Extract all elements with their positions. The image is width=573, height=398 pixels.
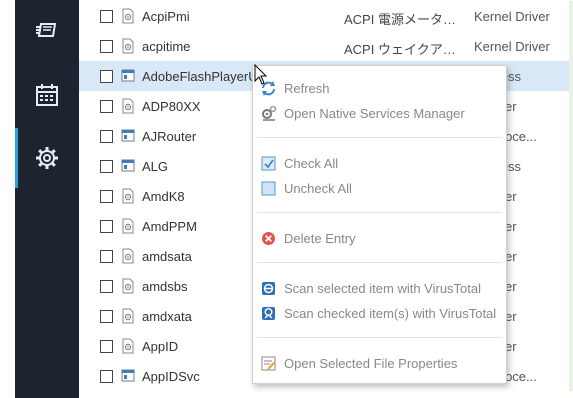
service-name: amdsbs [142,279,188,294]
menu-separator [257,137,502,138]
service-description: ACPI ウェイクアラー... [344,42,466,57]
menu-item-scan-checked-virustotal[interactable]: Scan checked item(s) with VirusTotal [253,301,506,326]
service-name: AmdK8 [142,189,185,204]
row-checkbox[interactable] [100,160,113,173]
row-checkbox[interactable] [100,340,113,353]
row-checkbox[interactable] [100,40,113,53]
menu-item-label: Open Native Services Manager [284,106,465,121]
row-status-strip [569,271,573,301]
row-status-strip [569,61,573,91]
driver-file-icon [122,218,134,234]
row-status-strip [569,211,573,241]
settings-gear-icon [36,147,58,169]
row-status-strip [569,301,573,331]
sidebar-item-settings[interactable] [15,128,79,188]
service-name: ALG [142,159,169,174]
row-checkbox[interactable] [100,250,113,263]
services-icon [36,23,57,37]
menu-item-label: Open Selected File Properties [284,356,458,371]
row-checkbox[interactable] [100,100,113,113]
service-name: AdobeFlashPlayerU [142,69,258,84]
row-checkbox[interactable] [100,310,113,323]
row-status-strip [569,151,573,181]
menu-item-open-native-services-manager[interactable]: Open Native Services Manager [253,101,506,126]
menu-item-label: Uncheck All [284,181,352,196]
row-status-strip [569,361,573,391]
driver-file-icon [122,338,134,354]
services-manager-icon [262,105,277,121]
row-status-strip [569,31,573,61]
service-window-icon [121,369,135,382]
row-status-strip [569,181,573,211]
menu-separator [257,262,502,263]
row-checkbox[interactable] [100,190,113,203]
sidebar-item-services[interactable] [15,0,79,60]
driver-file-icon [122,188,134,204]
menu-item-label: Scan checked item(s) with VirusTotal [284,306,497,321]
menu-item-label: Delete Entry [284,231,356,246]
driver-file-icon [122,278,134,294]
service-type: Kernel Driver [474,39,550,54]
driver-file-icon [122,38,134,54]
driver-file-icon [122,98,134,114]
sidebar-item-schedule[interactable] [15,65,79,125]
menu-item-delete-entry[interactable]: Delete Entry [253,226,506,251]
service-name: AJRouter [142,129,197,144]
service-name: acpitime [142,39,191,54]
table-row[interactable]: AcpiPmi ACPI 電源メーター ... Kernel Driver [79,1,573,31]
menu-item-check-all[interactable]: Check All [253,151,506,176]
service-window-icon [121,69,135,82]
virustotal-upload-icon [262,307,275,320]
row-checkbox[interactable] [100,10,113,23]
service-name: ADP80XX [142,99,201,114]
row-status-strip [569,331,573,361]
service-name: AmdPPM [142,219,197,234]
service-name: amdsata [142,249,192,264]
row-checkbox[interactable] [100,70,113,83]
menu-item-label: Check All [284,156,339,171]
mouse-cursor-icon [254,64,268,85]
service-name: AppID [142,339,179,354]
file-properties-icon [261,356,276,371]
virustotal-icon [262,282,275,295]
window-edge [0,0,15,398]
menu-item-label: Scan selected item with VirusTotal [284,281,482,296]
row-checkbox[interactable] [100,370,113,383]
menu-item-label: Refresh [284,81,330,96]
driver-file-icon [122,8,134,24]
row-status-strip [569,91,573,121]
service-name: amdxata [142,309,192,324]
check-all-icon [261,156,276,171]
menu-separator [257,212,502,213]
menu-item-scan-selected-virustotal[interactable]: Scan selected item with VirusTotal [253,276,506,301]
menu-item-uncheck-all[interactable]: Uncheck All [253,176,506,201]
calendar-icon [36,84,58,106]
delete-icon [262,232,275,245]
sidebar [15,0,79,398]
menu-item-refresh[interactable]: Refresh [253,76,506,101]
row-checkbox[interactable] [100,130,113,143]
menu-separator [257,337,502,338]
service-name: AppIDSvc [142,369,200,384]
row-status-strip [569,121,573,151]
service-window-icon [121,129,135,142]
row-status-strip [569,241,573,271]
table-row[interactable]: acpitime ACPI ウェイクアラー... Kernel Driver [79,31,573,61]
service-window-icon [121,159,135,172]
row-status-strip [569,1,573,31]
uncheck-all-icon [261,181,276,196]
row-checkbox[interactable] [100,220,113,233]
service-description: ACPI 電源メーター ... [344,12,466,27]
driver-file-icon [122,248,134,264]
menu-item-open-file-properties[interactable]: Open Selected File Properties [253,351,506,376]
context-menu: Refresh Open Native Services Manager Che… [252,65,507,384]
driver-file-icon [122,308,134,324]
service-type: Kernel Driver [474,9,550,24]
service-name: AcpiPmi [142,9,190,24]
row-checkbox[interactable] [100,280,113,293]
